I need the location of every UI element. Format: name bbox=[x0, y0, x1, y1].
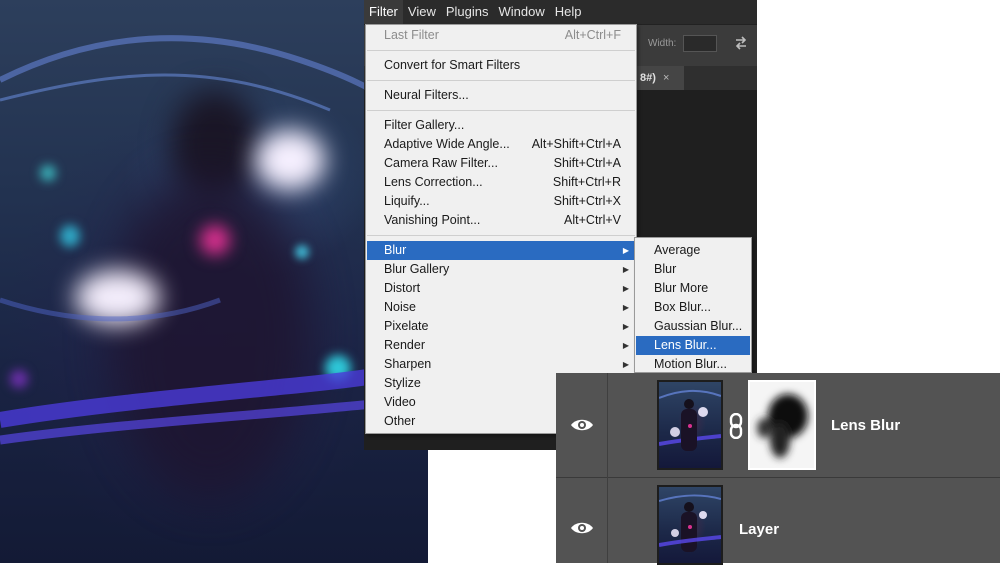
menu-separator bbox=[367, 80, 635, 81]
layer-thumbnail[interactable] bbox=[657, 485, 723, 565]
shortcut-text: Shift+Ctrl+A bbox=[553, 156, 621, 170]
document-tab[interactable]: 8#) bbox=[636, 66, 684, 90]
menu-item-label: Gaussian Blur... bbox=[654, 319, 743, 333]
layer-mask-thumbnail[interactable] bbox=[748, 380, 816, 470]
menu-item-filter-gallery[interactable]: Filter Gallery... bbox=[367, 116, 635, 135]
submenu-arrow-icon: ▶ bbox=[622, 284, 629, 293]
menu-item-vanishing-point[interactable]: Vanishing Point... Alt+Ctrl+V bbox=[367, 211, 635, 230]
submenu-arrow-icon: ▶ bbox=[622, 322, 629, 331]
menu-item-label: Adaptive Wide Angle... bbox=[384, 137, 510, 151]
menu-item-last-filter: Last Filter Alt+Ctrl+F bbox=[367, 26, 635, 45]
submenu-item-blur-more[interactable]: Blur More bbox=[636, 279, 750, 298]
close-icon[interactable]: × bbox=[663, 66, 669, 90]
menu-item-lens-correction[interactable]: Lens Correction... Shift+Ctrl+R bbox=[367, 173, 635, 192]
thumbnail-image bbox=[659, 494, 721, 552]
layer-name[interactable]: Layer bbox=[739, 521, 779, 538]
submenu-arrow-icon: ▶ bbox=[622, 303, 629, 312]
menu-item-label: Blur More bbox=[654, 281, 709, 295]
menu-item-label: Stylize bbox=[384, 376, 421, 390]
menu-item-label: Render bbox=[384, 338, 425, 352]
layer-name[interactable]: Lens Blur bbox=[831, 417, 900, 434]
menu-item-adaptive-wide-angle[interactable]: Adaptive Wide Angle... Alt+Shift+Ctrl+A bbox=[367, 135, 635, 154]
shortcut-text: Alt+Ctrl+V bbox=[564, 213, 621, 227]
submenu-arrow-icon: ▶ bbox=[622, 265, 629, 274]
menu-item-label: Video bbox=[384, 395, 416, 409]
submenu-item-motion-blur[interactable]: Motion Blur... bbox=[636, 355, 750, 374]
menu-item-render[interactable]: Render ▶ bbox=[367, 336, 635, 355]
submenu-item-average[interactable]: Average bbox=[636, 241, 750, 260]
menu-help[interactable]: Help bbox=[550, 0, 587, 24]
menu-item-liquify[interactable]: Liquify... Shift+Ctrl+X bbox=[367, 192, 635, 211]
menu-item-label: Motion Blur... bbox=[654, 357, 727, 371]
layer-thumbnail[interactable] bbox=[657, 380, 723, 470]
menu-separator bbox=[367, 235, 635, 236]
shortcut-text: Alt+Ctrl+F bbox=[564, 28, 621, 42]
menu-item-label: Last Filter bbox=[384, 28, 439, 42]
menu-separator bbox=[367, 110, 635, 111]
shortcut-text: Alt+Shift+Ctrl+A bbox=[531, 137, 621, 151]
menu-item-label: Vanishing Point... bbox=[384, 213, 481, 227]
submenu-item-gaussian-blur[interactable]: Gaussian Blur... bbox=[636, 317, 750, 336]
submenu-arrow-icon: ▶ bbox=[622, 341, 629, 350]
mask-image bbox=[757, 394, 808, 458]
shortcut-text: Shift+Ctrl+X bbox=[553, 194, 621, 208]
menu-item-label: Blur bbox=[654, 262, 677, 276]
link-chain-icon[interactable] bbox=[728, 413, 744, 439]
width-input[interactable] bbox=[683, 35, 717, 52]
eye-icon[interactable] bbox=[570, 520, 594, 536]
layer-row[interactable]: Layer bbox=[556, 478, 1000, 565]
menu-item-distort[interactable]: Distort ▶ bbox=[367, 279, 635, 298]
menu-separator bbox=[367, 50, 635, 51]
menu-item-pixelate[interactable]: Pixelate ▶ bbox=[367, 317, 635, 336]
menu-item-blur-gallery[interactable]: Blur Gallery ▶ bbox=[367, 260, 635, 279]
menu-item-label: Other bbox=[384, 414, 416, 428]
menu-item-label: Box Blur... bbox=[654, 300, 711, 314]
shortcut-text: Shift+Ctrl+R bbox=[552, 175, 621, 189]
menu-item-label: Neural Filters... bbox=[384, 88, 469, 102]
menu-item-label: Blur Gallery bbox=[384, 262, 450, 276]
menu-item-label: Liquify... bbox=[384, 194, 430, 208]
menu-item-noise[interactable]: Noise ▶ bbox=[367, 298, 635, 317]
blur-submenu: Average Blur Blur More Box Blur... Gauss… bbox=[634, 237, 752, 373]
menu-item-neural-filters[interactable]: Neural Filters... bbox=[367, 86, 635, 105]
menu-item-label: Noise bbox=[384, 300, 416, 314]
swap-arrows-icon[interactable] bbox=[733, 35, 749, 51]
eye-icon[interactable] bbox=[570, 417, 594, 433]
menu-item-label: Filter Gallery... bbox=[384, 118, 465, 132]
menu-window[interactable]: Window bbox=[493, 0, 549, 24]
menu-item-sharpen[interactable]: Sharpen ▶ bbox=[367, 355, 635, 374]
visibility-column-divider bbox=[607, 373, 608, 563]
submenu-arrow-icon: ▶ bbox=[622, 360, 629, 369]
menu-filter[interactable]: Filter bbox=[364, 0, 403, 24]
menu-item-label: Sharpen bbox=[384, 357, 432, 371]
layer-row[interactable]: Lens Blur bbox=[556, 373, 1000, 477]
menu-item-label: Convert for Smart Filters bbox=[384, 58, 521, 72]
submenu-arrow-icon: ▶ bbox=[622, 246, 629, 255]
submenu-item-blur[interactable]: Blur bbox=[636, 260, 750, 279]
width-label: Width: bbox=[648, 38, 677, 49]
menu-item-camera-raw-filter[interactable]: Camera Raw Filter... Shift+Ctrl+A bbox=[367, 154, 635, 173]
menu-item-label: Pixelate bbox=[384, 319, 429, 333]
submenu-item-box-blur[interactable]: Box Blur... bbox=[636, 298, 750, 317]
menu-item-label: Lens Blur... bbox=[654, 338, 717, 352]
submenu-item-lens-blur[interactable]: Lens Blur... bbox=[636, 336, 750, 355]
menu-item-label: Lens Correction... bbox=[384, 175, 483, 189]
menubar: Filter View Plugins Window Help bbox=[364, 0, 586, 24]
menu-view[interactable]: View bbox=[403, 0, 441, 24]
menu-item-blur[interactable]: Blur ▶ bbox=[367, 241, 635, 260]
menu-item-label: Distort bbox=[384, 281, 421, 295]
menu-item-label: Average bbox=[654, 243, 701, 257]
menu-item-label: Camera Raw Filter... bbox=[384, 156, 498, 170]
menu-item-convert-smart-filters[interactable]: Convert for Smart Filters bbox=[367, 56, 635, 75]
layers-panel: Lens Blur Layer bbox=[556, 373, 1000, 565]
menu-item-label: Blur bbox=[384, 243, 407, 257]
menu-plugins[interactable]: Plugins bbox=[441, 0, 494, 24]
thumbnail-image bbox=[659, 389, 721, 451]
